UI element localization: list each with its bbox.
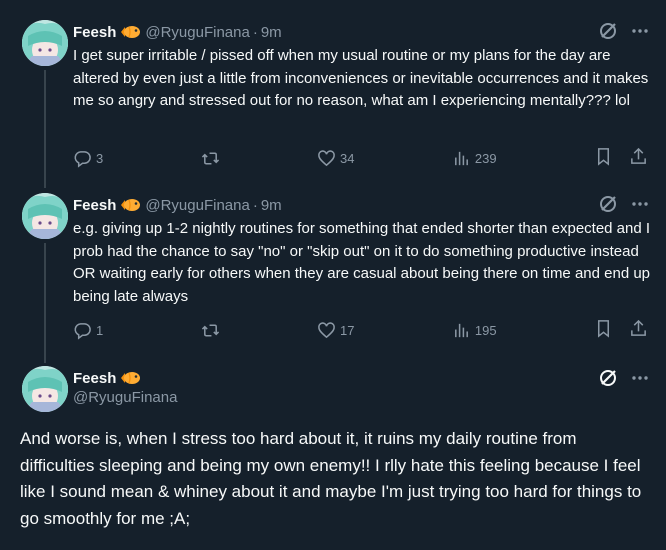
avatar[interactable] <box>22 20 68 66</box>
fish-emoji-icon <box>119 23 141 41</box>
reply-button[interactable]: 1 <box>73 320 103 340</box>
view-count: 195 <box>474 322 497 338</box>
reply-count: 3 <box>96 150 104 166</box>
fish-emoji-icon <box>119 369 141 387</box>
timestamp[interactable]: 9m <box>261 24 282 41</box>
bookmark-icon[interactable] <box>594 147 613 169</box>
grok-icon[interactable] <box>598 194 618 214</box>
tweet-header: Feesh @RyuguFinana · 9m <box>73 21 282 43</box>
bookmark-icon[interactable] <box>594 319 613 341</box>
tweet-right-actions <box>594 147 648 169</box>
tweet-1[interactable]: Feesh @RyuguFinana · 9m I get super irri… <box>0 0 666 180</box>
timestamp[interactable]: 9m <box>261 197 282 214</box>
view-count: 239 <box>474 150 497 166</box>
tweet-actions: 3 34 239 <box>73 147 648 169</box>
retweet-button[interactable] <box>201 148 220 168</box>
grok-icon[interactable] <box>598 368 618 388</box>
tweet-header: Feesh @RyuguFinana · 9m <box>73 194 282 216</box>
share-icon[interactable] <box>629 319 648 341</box>
display-name[interactable]: Feesh <box>73 24 116 41</box>
separator-dot: · <box>252 23 258 41</box>
like-icon <box>317 321 336 340</box>
grok-icon[interactable] <box>598 21 618 41</box>
fish-emoji-icon <box>119 196 141 214</box>
tweet-text: e.g. giving up 1-2 nightly routines for … <box>73 220 651 305</box>
retweet-icon <box>201 149 220 168</box>
reply-button[interactable]: 3 <box>73 148 103 168</box>
more-icon[interactable] <box>630 194 650 214</box>
main-tweet-text: And worse is, when I stress too hard abo… <box>20 429 642 528</box>
avatar[interactable] <box>22 366 68 412</box>
retweet-button[interactable] <box>201 320 220 340</box>
views-icon <box>452 149 471 168</box>
display-name[interactable]: Feesh <box>73 370 116 387</box>
more-icon[interactable] <box>630 21 650 41</box>
tweet-text: I get super irritable / pissed off when … <box>73 47 649 109</box>
reply-count: 1 <box>96 322 104 338</box>
display-name[interactable]: Feesh <box>73 197 116 214</box>
user-handle[interactable]: @RyuguFinana <box>73 389 177 406</box>
more-icon[interactable] <box>630 368 650 388</box>
tweet-2[interactable]: Feesh @RyuguFinana · 9m e.g. giving up 1… <box>0 180 666 360</box>
user-handle[interactable]: @RyuguFinana <box>145 24 249 41</box>
like-button[interactable]: 34 <box>317 148 354 168</box>
tweet-header: Feesh <box>73 367 141 389</box>
avatar[interactable] <box>22 193 68 239</box>
separator-dot: · <box>252 196 258 214</box>
like-count: 17 <box>340 322 355 338</box>
like-button[interactable]: 17 <box>317 320 354 340</box>
tweet-right-actions <box>594 319 648 341</box>
like-icon <box>317 149 336 168</box>
share-icon[interactable] <box>629 147 648 169</box>
user-handle[interactable]: @RyuguFinana <box>145 197 249 214</box>
retweet-icon <box>201 321 220 340</box>
tweet-actions: 1 17 195 <box>73 319 648 341</box>
like-count: 34 <box>340 150 355 166</box>
tweet-top-actions <box>598 368 650 388</box>
reply-icon <box>73 149 92 168</box>
views-button[interactable]: 239 <box>452 148 497 168</box>
views-icon <box>452 321 471 340</box>
views-button[interactable]: 195 <box>452 320 497 340</box>
tweet-top-actions <box>598 194 650 214</box>
reply-icon <box>73 321 92 340</box>
tweet-top-actions <box>598 21 650 41</box>
